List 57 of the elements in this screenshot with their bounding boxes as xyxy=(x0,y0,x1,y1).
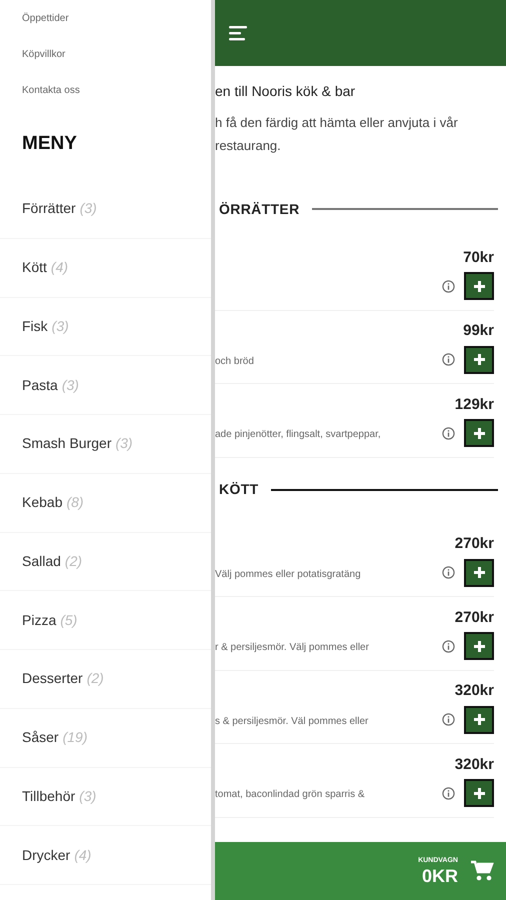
item-price: 320kr xyxy=(454,681,494,701)
info-icon[interactable] xyxy=(442,280,455,292)
item-price: 270kr xyxy=(454,608,494,628)
item-price: 320kr xyxy=(454,754,494,774)
item-price: 70kr xyxy=(463,248,494,268)
category-link[interactable]: Smash Burger (3) xyxy=(0,415,211,474)
plus-icon xyxy=(474,640,484,652)
category-link[interactable]: Kebab (8) xyxy=(0,474,211,532)
add-button[interactable] xyxy=(464,779,494,807)
drawer-link[interactable]: Öppettider xyxy=(0,0,211,36)
item-description: tomat, baconlindad grön sparris & xyxy=(215,789,365,800)
item-description: r & persiljesmör. Välj pommes eller xyxy=(215,642,369,653)
menu-icon[interactable] xyxy=(229,25,249,41)
drawer-link[interactable]: Kontakta oss xyxy=(0,72,211,108)
add-button[interactable] xyxy=(464,346,494,374)
category-link[interactable]: Fisk (3) xyxy=(0,298,211,356)
info-icon[interactable] xyxy=(442,786,455,800)
intro-text: h få den färdig att hämta eller anvjuta i vår restaurang. xyxy=(215,114,459,155)
add-button[interactable] xyxy=(464,419,494,447)
category-link[interactable]: Sallad (2) xyxy=(0,532,211,592)
category-link[interactable]: Tillbehör (3) xyxy=(0,768,211,826)
category-link[interactable]: Kött (4) xyxy=(0,238,211,298)
add-button[interactable] xyxy=(464,558,494,586)
category-link[interactable]: Förrätter (3) xyxy=(0,180,211,239)
plus-icon xyxy=(474,280,484,292)
info-icon[interactable] xyxy=(442,713,455,726)
add-button[interactable] xyxy=(464,706,494,734)
menu-title: MENY xyxy=(22,132,77,156)
plus-icon xyxy=(474,354,484,365)
add-button[interactable] xyxy=(464,632,494,660)
plus-icon xyxy=(474,567,484,578)
item-description: s & persiljesmör. Väl pommes eller xyxy=(215,716,368,726)
category-link[interactable]: Pasta (3) xyxy=(0,356,211,415)
add-button[interactable] xyxy=(464,272,494,300)
section-title: ÖRRÄTTER xyxy=(219,200,300,218)
item-price: 99kr xyxy=(463,321,494,341)
section-title: KÖTT xyxy=(219,480,259,499)
info-icon[interactable] xyxy=(442,426,455,440)
plus-icon xyxy=(474,714,484,725)
item-description: Välj pommes eller potatisgratäng xyxy=(215,568,361,580)
cart-total: 0KR xyxy=(422,866,458,886)
category-link[interactable]: Drycker (4) xyxy=(0,826,211,885)
info-icon[interactable] xyxy=(442,566,455,579)
item-description: ade pinjenötter, flingsalt, svartpeppar, xyxy=(215,429,381,440)
item-price: 270kr xyxy=(454,534,494,554)
plus-icon xyxy=(474,428,484,438)
drawer-link[interactable]: Köpvillkor xyxy=(0,36,211,72)
plus-icon xyxy=(474,788,484,798)
intro-heading: en till Nooris kök & bar xyxy=(215,82,356,101)
item-price: 129kr xyxy=(454,394,494,414)
category-link[interactable]: Desserter (2) xyxy=(0,650,211,709)
info-icon[interactable] xyxy=(442,353,455,366)
item-description: och bröd xyxy=(215,356,254,366)
category-link[interactable]: Såser (19) xyxy=(0,708,211,768)
cart-icon xyxy=(470,860,494,882)
info-icon[interactable] xyxy=(442,640,455,652)
category-link[interactable]: Pizza (5) xyxy=(0,591,211,650)
